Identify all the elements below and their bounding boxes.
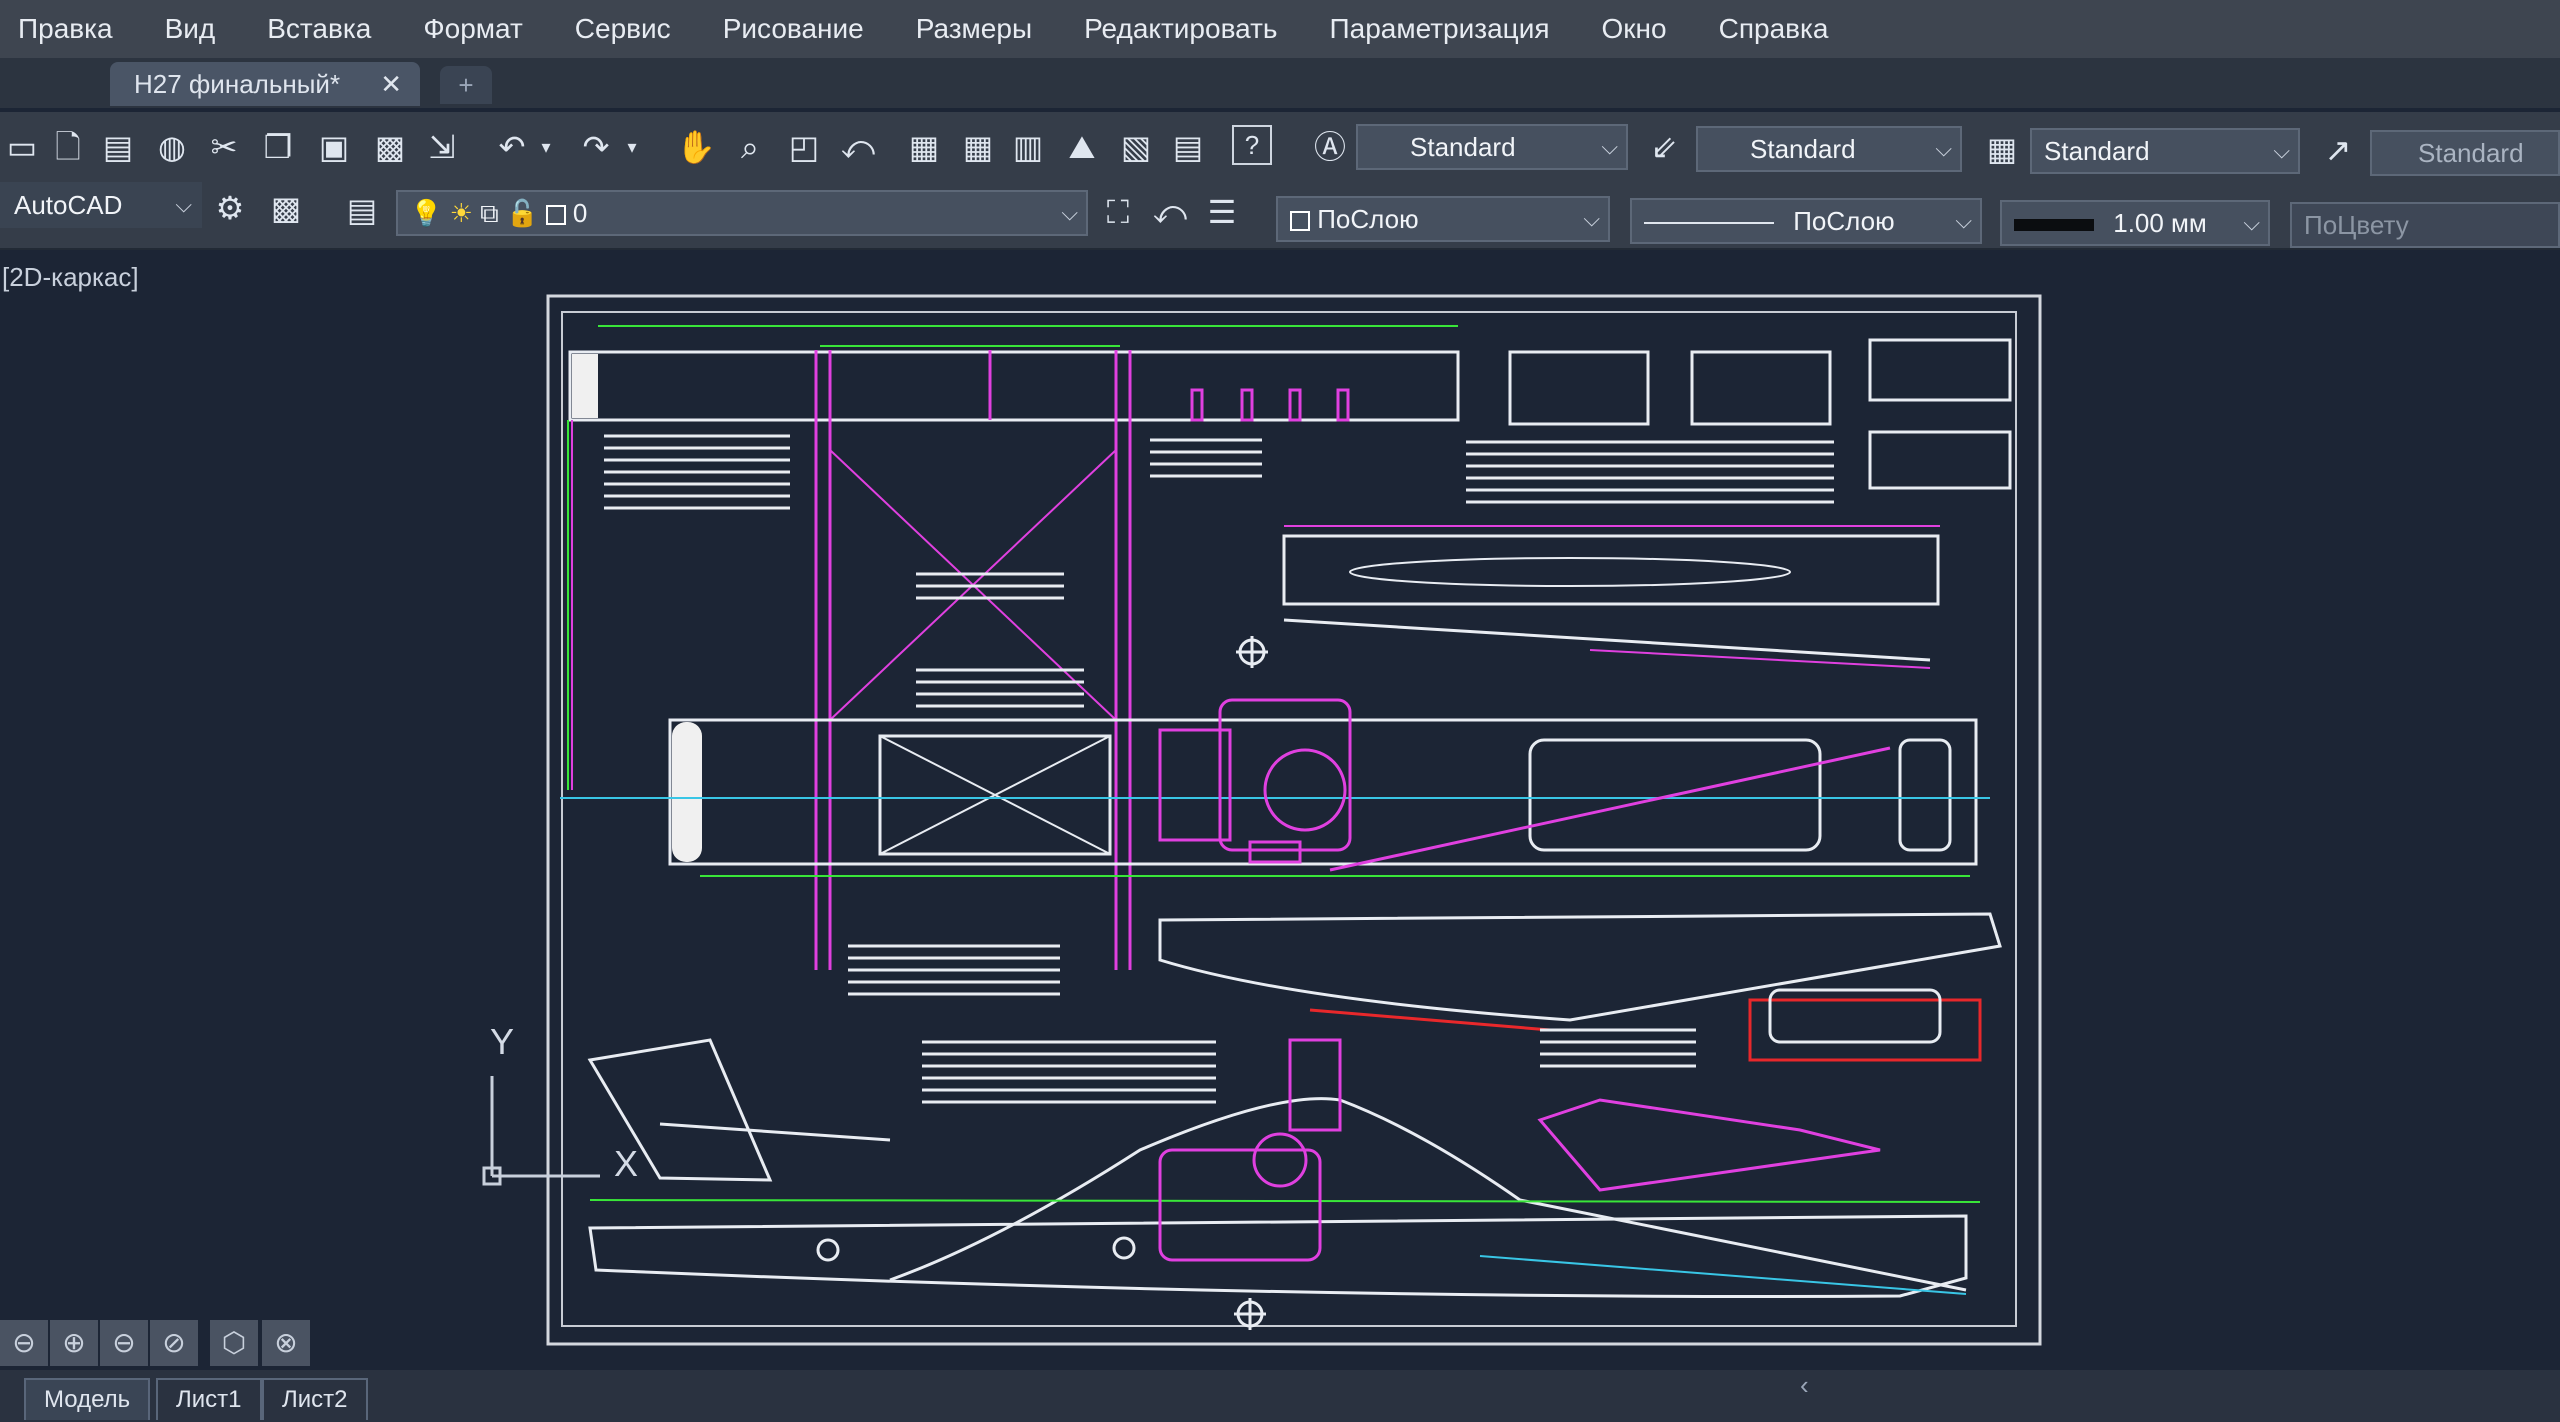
ucs-x-label: X xyxy=(614,1143,638,1184)
layout-tab-bar xyxy=(0,1370,2560,1422)
propeller-blade xyxy=(1158,912,2002,1062)
view-cube-icon[interactable]: ⬡ xyxy=(210,1320,258,1366)
detail-views xyxy=(1282,338,2012,669)
zoom-out-icon[interactable]: ⊖ xyxy=(100,1320,148,1366)
remove-icon[interactable]: ⊗ xyxy=(262,1320,310,1366)
ucs-y-label: Y xyxy=(490,1021,514,1062)
zoom-extents-icon[interactable]: ⊖ xyxy=(0,1320,48,1366)
tab-layout2[interactable]: Лист2 xyxy=(262,1378,368,1420)
engine-top-view xyxy=(1158,698,1352,864)
ucs-icon xyxy=(482,1076,600,1186)
zoom-in-icon[interactable]: ⊕ xyxy=(50,1320,98,1366)
fuselage-rail xyxy=(560,718,1990,877)
tab-layout1[interactable]: Лист1 xyxy=(156,1378,262,1420)
fuselage-side-view xyxy=(587,1038,1981,1298)
sheet-border-inner xyxy=(561,311,2017,1327)
horizontal-scroll-left-icon[interactable]: ‹ xyxy=(1800,1370,1809,1401)
tab-model[interactable]: Модель xyxy=(24,1378,151,1420)
orbit-icon[interactable]: ⊘ xyxy=(150,1320,198,1366)
drawing-canvas[interactable]: Y X xyxy=(0,0,2560,1422)
